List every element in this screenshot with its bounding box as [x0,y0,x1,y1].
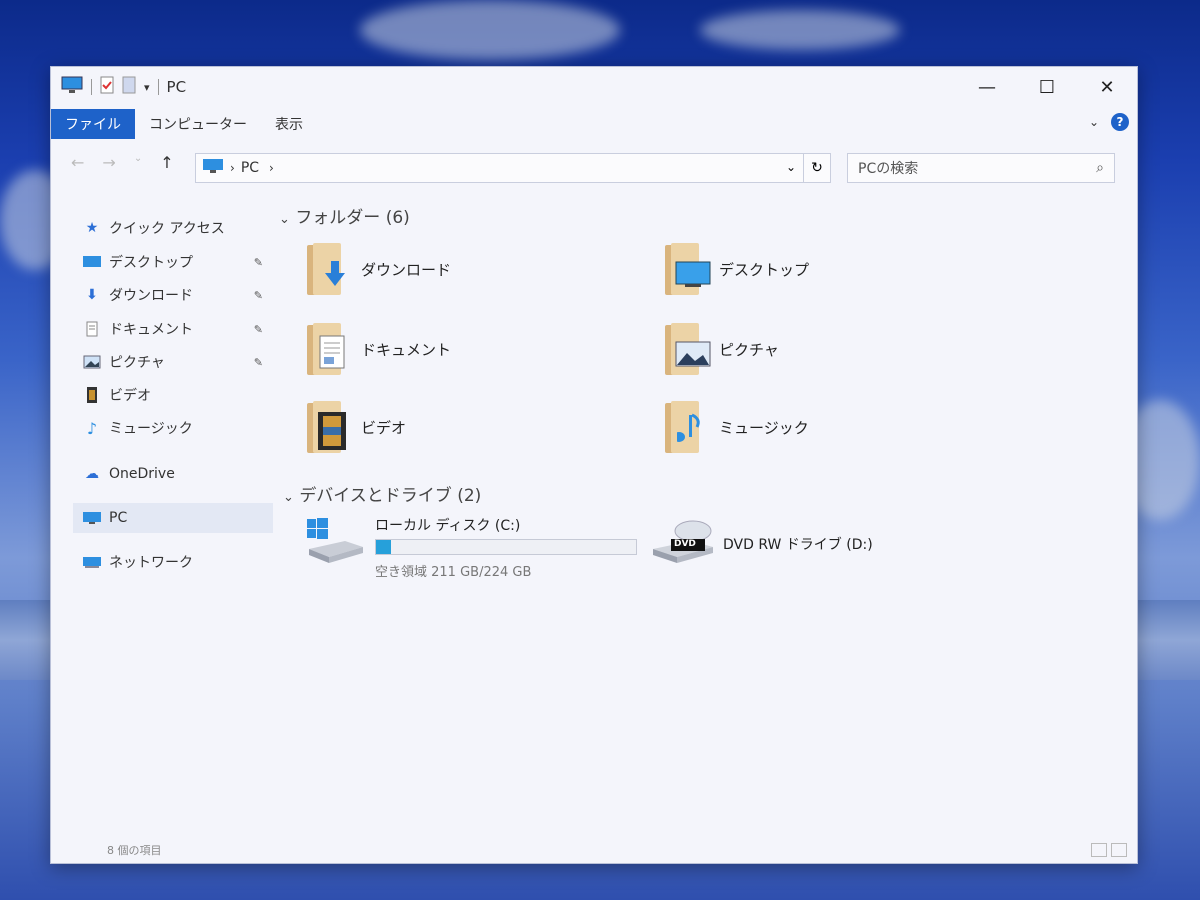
customize-toolbar-icon[interactable]: ▾ [144,81,150,94]
nav-item-pictures[interactable]: ピクチャ ✎ [73,347,273,377]
address-row: ← → ⌄ ↑ › PC › ⌄ ↻ PCの検索 ⌕ [51,145,1137,185]
help-icon[interactable]: ? [1111,113,1129,131]
pin-icon[interactable]: ✎ [254,356,263,369]
explorer-window: ▾ PC — ☐ ✕ ファイル コンピューター 表示 ⌄ ? ← → ⌄ ↑ ›… [50,66,1138,864]
maximize-button[interactable]: ☐ [1017,67,1077,107]
nav-item-videos[interactable]: ビデオ [73,380,273,410]
new-folder-icon[interactable] [122,76,136,98]
forward-button[interactable]: → [102,153,115,172]
computer-icon [202,158,224,178]
nav-item-music[interactable]: ♪ ミュージック [73,413,273,443]
chevron-down-icon: ⌄ [279,212,290,227]
details-view-icon[interactable] [1091,843,1107,857]
quick-access-toolbar: ▾ PC [61,76,186,98]
folder-downloads[interactable]: ダウンロード [303,241,451,297]
folder-icon [661,321,711,377]
folders-group-header[interactable]: ⌄ フォルダー (6) [279,203,410,228]
pin-icon[interactable]: ✎ [254,256,263,269]
pin-icon[interactable]: ✎ [254,289,263,302]
tab-computer[interactable]: コンピューター [135,109,261,139]
folder-icon [661,241,711,297]
document-icon [81,321,103,337]
address-bar[interactable]: › PC › [195,153,829,183]
nav-network[interactable]: ネットワーク [73,547,273,577]
search-input[interactable]: PCの検索 [858,158,1096,178]
breadcrumb-pc[interactable]: PC [241,160,259,176]
ribbon-tabs: ファイル コンピューター 表示 ⌄ ? [51,107,1137,141]
large-icons-view-icon[interactable] [1111,843,1127,857]
title-bar: ▾ PC — ☐ ✕ [51,67,1137,107]
drive-d-label: DVD RW ドライブ (D:) [723,537,873,553]
back-button[interactable]: ← [71,153,84,172]
nav-quick-access[interactable]: ★ クイック アクセス [73,213,273,243]
navigation-pane: ★ クイック アクセス デスクトップ ✎ ⬇ ダウンロード ✎ ドキュメント ✎… [73,213,273,633]
search-icon[interactable]: ⌕ [1096,160,1104,176]
music-icon: ♪ [86,418,98,438]
download-icon: ⬇ [86,287,98,303]
drives-group-header[interactable]: ⌄ デバイスとドライブ (2) [283,481,481,506]
expand-ribbon-icon[interactable]: ⌄ [1089,115,1099,129]
up-button[interactable]: ↑ [160,153,173,172]
nav-onedrive[interactable]: ☁ OneDrive [73,459,273,489]
drive-local-c[interactable]: ローカル ディスク (C:) 空き領域 211 GB/224 GB [305,515,637,580]
drive-c-label: ローカル ディスク (C:) [375,518,521,534]
minimize-button[interactable]: — [957,67,1017,107]
folder-documents[interactable]: ドキュメント [303,321,451,377]
nav-item-downloads[interactable]: ⬇ ダウンロード ✎ [73,280,273,310]
refresh-button[interactable]: ↻ [803,153,831,183]
chevron-down-icon: ⌄ [283,490,294,505]
desktop-icon [81,255,103,269]
windows-drive-icon [305,515,365,580]
network-icon [81,555,103,569]
chevron-right-icon[interactable]: › [269,161,274,175]
star-icon: ★ [85,220,99,236]
drive-c-free-space: 空き領域 211 GB/224 GB [375,565,532,580]
nav-item-documents[interactable]: ドキュメント ✎ [73,314,273,344]
folder-icon [661,399,709,455]
drive-c-usage-bar [375,539,637,555]
search-box[interactable]: PCの検索 ⌕ [847,153,1115,183]
cloud-icon: ☁ [85,466,99,482]
properties-icon[interactable] [100,76,114,98]
folder-music[interactable]: ミュージック [661,399,809,455]
folder-icon [303,241,351,297]
dvd-drive-icon: DVD [651,519,715,569]
folder-videos[interactable]: ビデオ [303,399,406,455]
folder-desktop[interactable]: デスクトップ [661,241,809,297]
picture-icon [81,355,103,369]
address-dropdown-icon[interactable]: ⌄ [779,153,803,181]
content-pane: ⌄ フォルダー (6) ダウンロード デスクトップ ドキュメント ピクチャ ビデ… [271,203,1137,763]
window-title: PC [166,78,187,96]
video-icon [81,386,103,404]
computer-icon [61,76,83,98]
nav-item-desktop[interactable]: デスクトップ ✎ [73,247,273,277]
computer-icon [81,511,103,525]
folder-icon [303,321,351,377]
recent-locations-icon[interactable]: ⌄ [134,153,142,172]
pin-icon[interactable]: ✎ [254,323,263,336]
item-count: 8 個の項目 [107,844,162,857]
tab-file[interactable]: ファイル [51,109,135,139]
folder-pictures[interactable]: ピクチャ [661,321,779,377]
status-bar: 8 個の項目 [51,837,1137,863]
close-button[interactable]: ✕ [1077,67,1137,107]
tab-view[interactable]: 表示 [261,109,317,139]
nav-pc[interactable]: PC [73,503,273,533]
drive-dvd-d[interactable]: DVD DVD RW ドライブ (D:) [651,519,873,569]
chevron-right-icon: › [230,161,235,175]
folder-icon [303,399,351,455]
